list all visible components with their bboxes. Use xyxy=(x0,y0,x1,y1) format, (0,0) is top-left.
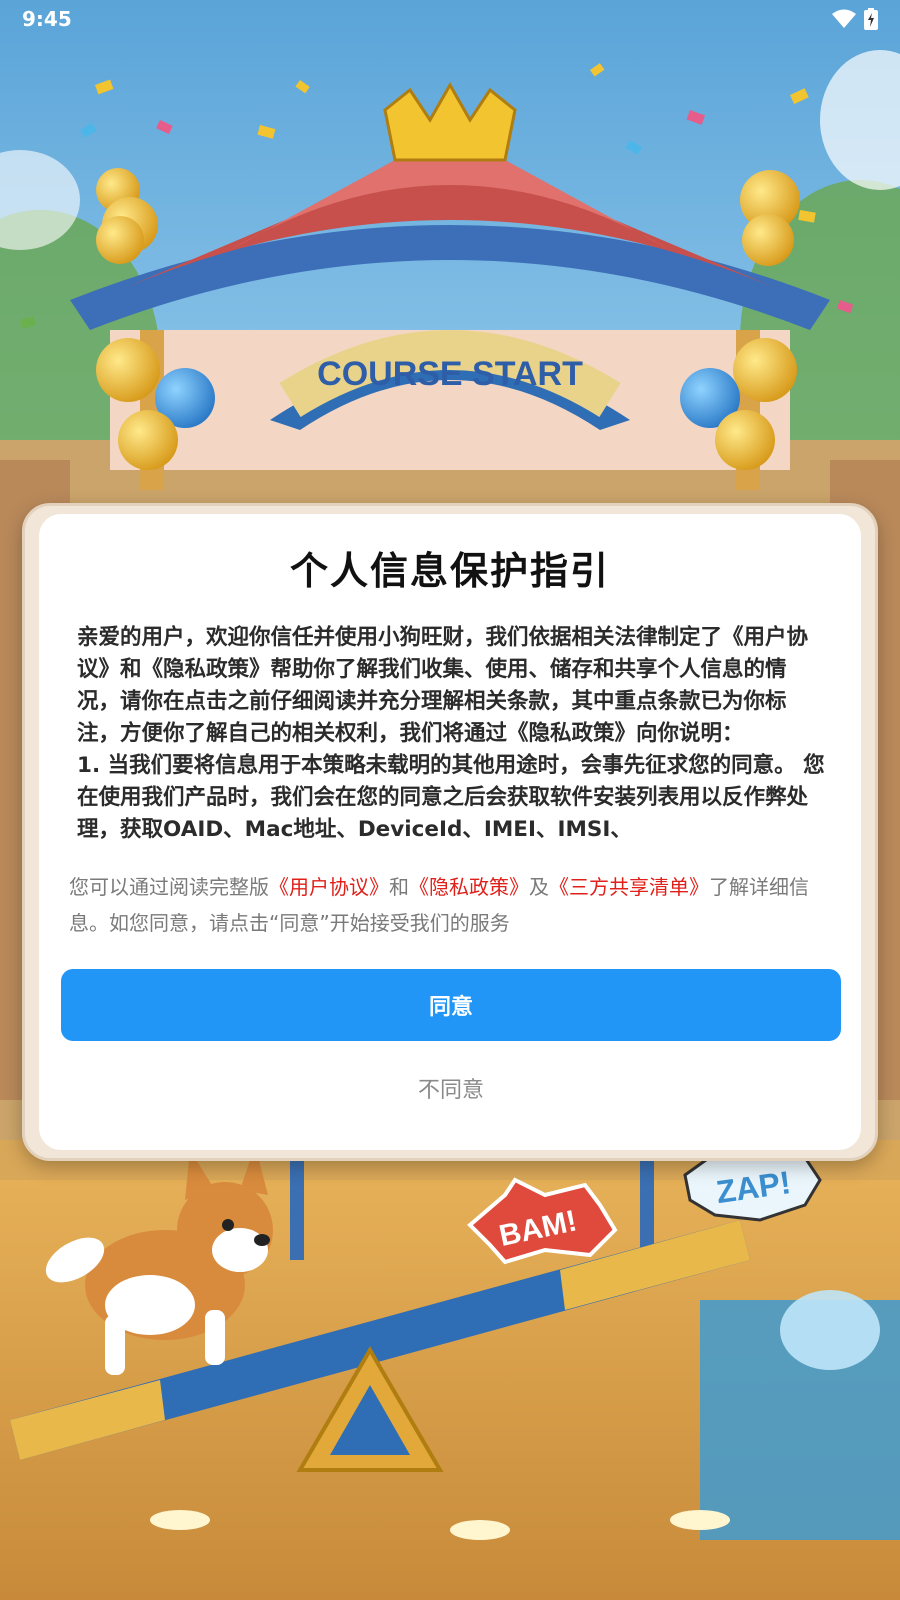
battery-charging-icon xyxy=(864,8,878,30)
status-time: 9:45 xyxy=(22,7,72,31)
user-agreement-link[interactable]: 《用户协议》 xyxy=(269,875,389,899)
dialog-title: 个人信息保护指引 xyxy=(289,549,610,593)
privacy-policy-link[interactable]: 《隐私政策》 xyxy=(409,875,529,899)
dialog-body-scroll[interactable]: 亲爱的用户，欢迎你信任并使用小狗旺财，我们依据相关法律制定了《用户协议》和《隐私… xyxy=(77,622,827,858)
summary-also: 及 xyxy=(529,875,549,899)
summary-prefix: 您可以通过阅读完整版 xyxy=(69,875,269,899)
third-party-list-link[interactable]: 《三方共享清单》 xyxy=(549,875,709,899)
dialog-summary: 您可以通过阅读完整版《用户协议》和《隐私政策》及《三方共享清单》了解详细信息。如… xyxy=(69,869,839,941)
privacy-dialog: 个人信息保护指引 亲爱的用户，欢迎你信任并使用小狗旺财，我们依据相关法律制定了《… xyxy=(39,514,861,1150)
agree-button[interactable]: 同意 xyxy=(61,969,841,1041)
privacy-dialog-frame: 个人信息保护指引 亲爱的用户，欢迎你信任并使用小狗旺财，我们依据相关法律制定了《… xyxy=(22,503,878,1161)
wifi-icon xyxy=(832,9,856,29)
status-icons xyxy=(832,8,878,30)
course-start-sign: COURSE START xyxy=(317,355,583,393)
disagree-button[interactable]: 不同意 xyxy=(61,1056,841,1120)
status-bar: 9:45 xyxy=(0,0,900,38)
summary-and: 和 xyxy=(389,875,409,899)
